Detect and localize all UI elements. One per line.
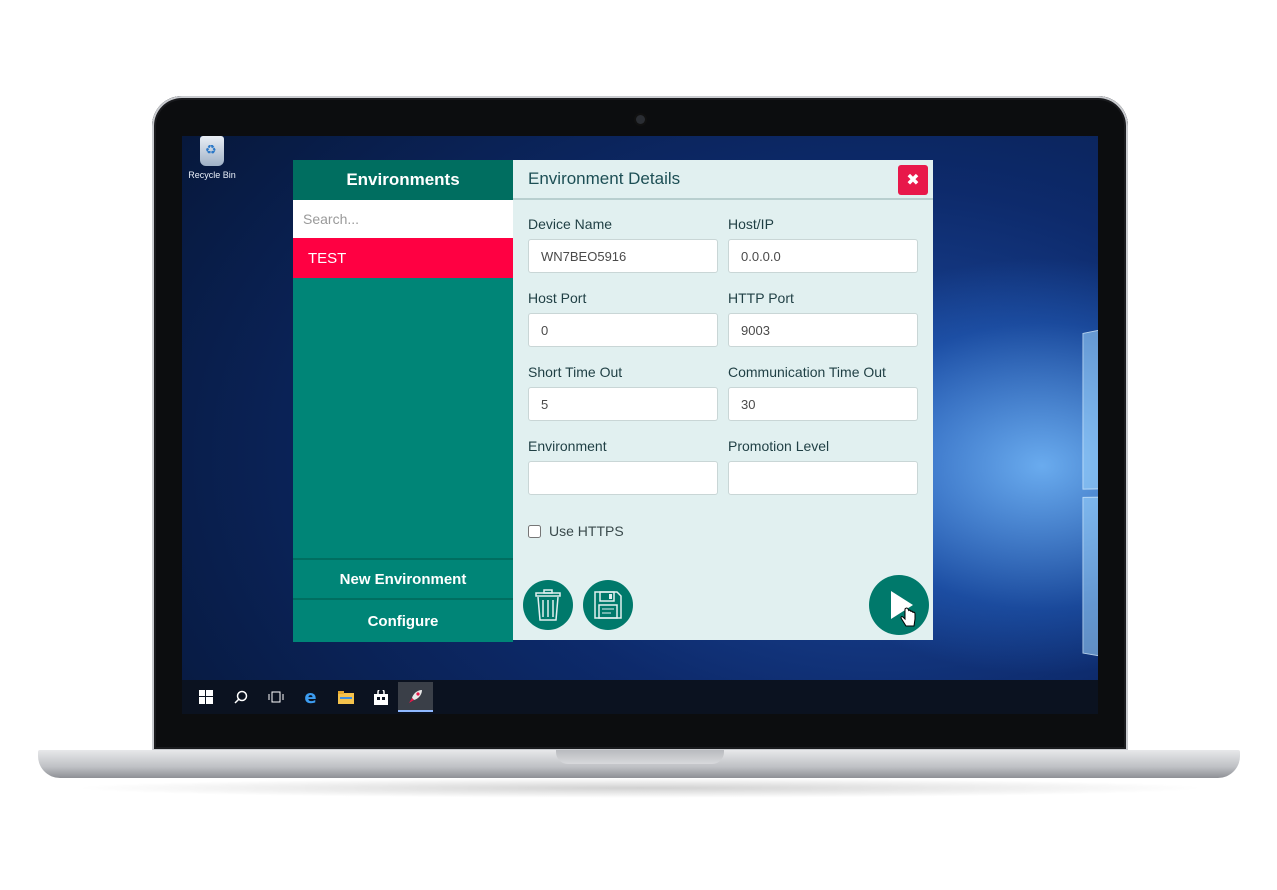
device-name-field: Device Name	[528, 216, 718, 273]
environments-sidebar: Environments TEST New Environment Config…	[293, 160, 513, 642]
laptop-shadow	[70, 778, 1210, 798]
host-ip-label: Host/IP	[728, 216, 774, 232]
search-input[interactable]	[293, 200, 513, 238]
promotion-level-field: Promotion Level	[728, 438, 918, 495]
http-port-field: HTTP Port	[728, 290, 918, 347]
environment-item-label: TEST	[308, 249, 347, 267]
edge-icon[interactable]: e	[293, 682, 328, 712]
environment-details-panel: Environment Details ✖ Device Name Host/I…	[513, 160, 933, 640]
short-timeout-input[interactable]	[528, 387, 718, 421]
file-explorer-icon[interactable]	[328, 682, 363, 712]
taskbar: e	[182, 680, 1098, 714]
laptop-notch	[556, 750, 724, 764]
use-https-option: Use HTTPS	[528, 523, 624, 539]
recycle-bin-label: Recycle Bin	[188, 170, 236, 180]
windows-logo-wallpaper	[1082, 295, 1098, 714]
host-port-label: Host Port	[528, 290, 587, 306]
new-environment-button[interactable]: New Environment	[293, 558, 513, 598]
start-icon[interactable]	[188, 682, 223, 712]
promotion-level-input[interactable]	[728, 461, 918, 495]
comm-timeout-label: Communication Time Out	[728, 364, 886, 380]
store-icon[interactable]	[363, 682, 398, 712]
environment-item-test[interactable]: TEST	[293, 238, 513, 278]
use-https-label: Use HTTPS	[549, 523, 624, 539]
host-ip-field: Host/IP	[728, 216, 918, 273]
recycle-bin-shortcut[interactable]: Recycle Bin	[186, 136, 238, 180]
comm-timeout-input[interactable]	[728, 387, 918, 421]
host-port-field: Host Port	[528, 290, 718, 347]
environment-label: Environment	[528, 438, 607, 454]
play-icon	[891, 591, 916, 627]
rocket-app-icon[interactable]	[398, 682, 433, 712]
host-ip-input[interactable]	[728, 239, 918, 273]
use-https-checkbox[interactable]	[528, 524, 541, 538]
http-port-label: HTTP Port	[728, 290, 794, 306]
webcam	[636, 115, 645, 124]
device-name-label: Device Name	[528, 216, 613, 232]
configure-button[interactable]: Configure	[293, 598, 513, 642]
recycle-bin-icon	[200, 136, 224, 166]
device-name-input[interactable]	[528, 239, 718, 273]
close-icon: ✖	[906, 172, 920, 189]
http-port-input[interactable]	[728, 313, 918, 347]
details-title: Environment Details	[528, 169, 681, 188]
environment-field: Environment	[528, 438, 718, 495]
save-button[interactable]	[583, 580, 633, 630]
close-button[interactable]: ✖	[898, 165, 928, 195]
short-timeout-label: Short Time Out	[528, 364, 623, 380]
run-button[interactable]	[869, 575, 929, 635]
comm-timeout-field: Communication Time Out	[728, 364, 918, 421]
task-view-icon[interactable]	[258, 682, 293, 712]
floppy-disk-icon	[594, 591, 622, 619]
host-port-input[interactable]	[528, 313, 718, 347]
details-header: Environment Details	[513, 160, 933, 200]
environment-input[interactable]	[528, 461, 718, 495]
trash-icon	[535, 589, 561, 621]
environment-manager-window: Environments TEST New Environment Config…	[293, 160, 933, 642]
promotion-level-label: Promotion Level	[728, 438, 830, 454]
search-icon[interactable]	[223, 682, 258, 712]
sidebar-title: Environments	[293, 160, 513, 200]
short-timeout-field: Short Time Out	[528, 364, 718, 421]
delete-button[interactable]	[523, 580, 573, 630]
